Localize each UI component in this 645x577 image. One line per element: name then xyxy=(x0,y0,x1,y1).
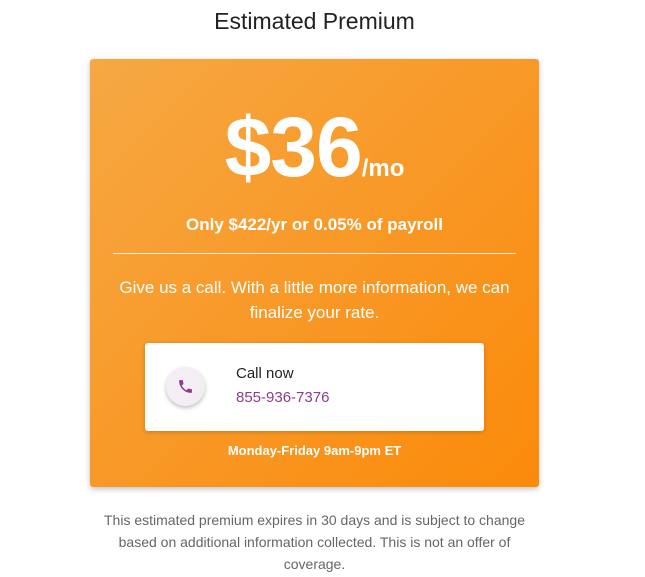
price-row: $36/mo xyxy=(90,105,539,189)
call-prompt-message: Give us a call. With a little more infor… xyxy=(119,278,510,322)
call-hours: Monday-Friday 9am-9pm ET xyxy=(227,443,402,458)
premium-amount: $36 xyxy=(224,100,363,194)
call-now-button[interactable]: Call now 855-936-7376 xyxy=(145,343,484,431)
premium-card: $36/mo Only $422/yr or 0.05% of payroll … xyxy=(90,59,539,487)
disclaimer-text: This estimated premium expires in 30 day… xyxy=(104,512,525,572)
divider xyxy=(113,253,516,254)
estimated-premium-page: Estimated Premium $36/mo Only $422/yr or… xyxy=(0,0,645,577)
annual-summary: Only $422/yr or 0.05% of payroll xyxy=(185,215,443,234)
premium-period: /mo xyxy=(361,155,405,182)
phone-icon xyxy=(166,367,205,406)
call-now-label: Call now xyxy=(236,365,294,382)
phone-number-link[interactable]: 855-936-7376 xyxy=(236,389,329,406)
page-title: Estimated Premium xyxy=(214,8,415,34)
